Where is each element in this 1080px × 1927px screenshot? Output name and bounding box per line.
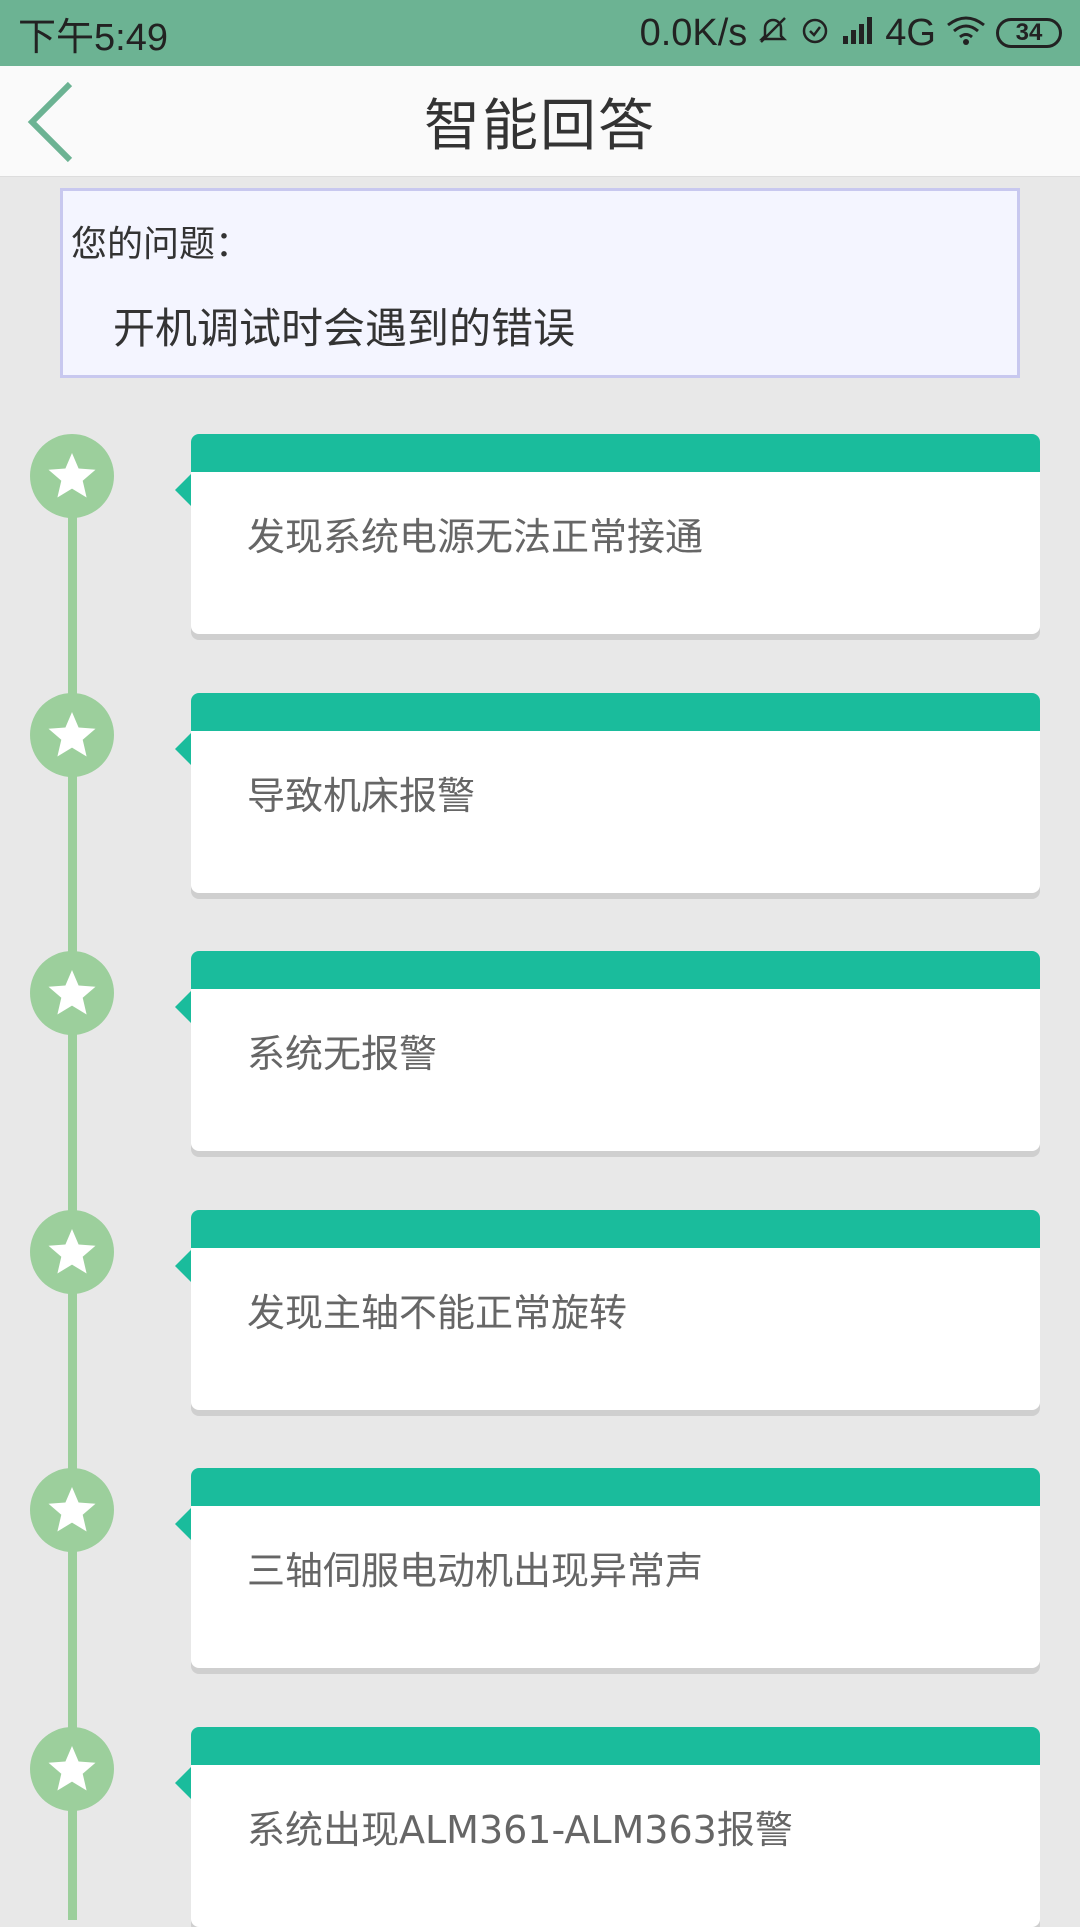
card-header-bar [191,434,1040,472]
star-icon [48,1487,96,1532]
timeline-node [30,693,114,777]
timeline-node [30,1210,114,1294]
card-pointer [175,1508,191,1540]
card-header-bar [191,1727,1040,1765]
app-bar: 智能回答 [0,66,1080,177]
answer-text: 三轴伺服电动机出现异常声 [247,1549,704,1593]
question-label: 您的问题： [71,224,252,265]
star-icon [48,970,96,1015]
card-header-bar [191,693,1040,731]
card-pointer [175,733,191,765]
answer-card[interactable]: 发现主轴不能正常旋转 [175,1210,1040,1410]
question-box: 您的问题： 开机调试时会遇到的错误 [60,188,1020,378]
page-title: 智能回答 [424,93,656,159]
battery-icon: 34 [996,18,1062,48]
star-icon [48,453,96,498]
status-icons: 0.0K/s 4G 34 [640,12,1062,55]
card-pointer [175,474,191,506]
answer-text: 系统出现ALM361-ALM363报警 [247,1808,793,1852]
back-button[interactable] [22,80,92,164]
answer-text: 发现主轴不能正常旋转 [247,1291,628,1335]
card-header-bar [191,951,1040,989]
timeline-line [68,440,77,1920]
star-icon [48,1229,96,1274]
network-speed: 0.0K/s [639,11,748,54]
alarm-icon [799,14,831,52]
answer-text: 导致机床报警 [247,774,476,818]
chevron-left-icon [27,81,73,163]
answer-card[interactable]: 系统无报警 [175,951,1040,1151]
question-text: 开机调试时会遇到的错误 [113,304,576,353]
star-icon [48,712,96,757]
status-bar: 下午5:49 0.0K/s 4G 34 [0,0,1080,66]
card-header-bar [191,1468,1040,1506]
card-pointer [175,991,191,1023]
timeline-node [30,1727,114,1811]
timeline-node [30,1468,114,1552]
status-time: 下午5:49 [18,16,168,59]
answer-text: 发现系统电源无法正常接通 [247,515,704,559]
card-pointer [175,1250,191,1282]
card-header-bar [191,1210,1040,1248]
timeline-node [30,951,114,1035]
signal-icon [841,14,875,52]
answer-card[interactable]: 发现系统电源无法正常接通 [175,434,1040,634]
battery-level: 34 [1015,19,1043,46]
answer-text: 系统无报警 [247,1032,438,1076]
answer-card[interactable]: 三轴伺服电动机出现异常声 [175,1468,1040,1668]
answer-card[interactable]: 导致机床报警 [175,693,1040,893]
star-icon [48,1746,96,1791]
network-type: 4G [885,11,936,54]
timeline-node [30,434,114,518]
card-pointer [175,1767,191,1799]
mute-bell-icon [757,14,789,52]
wifi-icon [946,14,986,52]
answer-card[interactable]: 系统出现ALM361-ALM363报警 [175,1727,1040,1927]
